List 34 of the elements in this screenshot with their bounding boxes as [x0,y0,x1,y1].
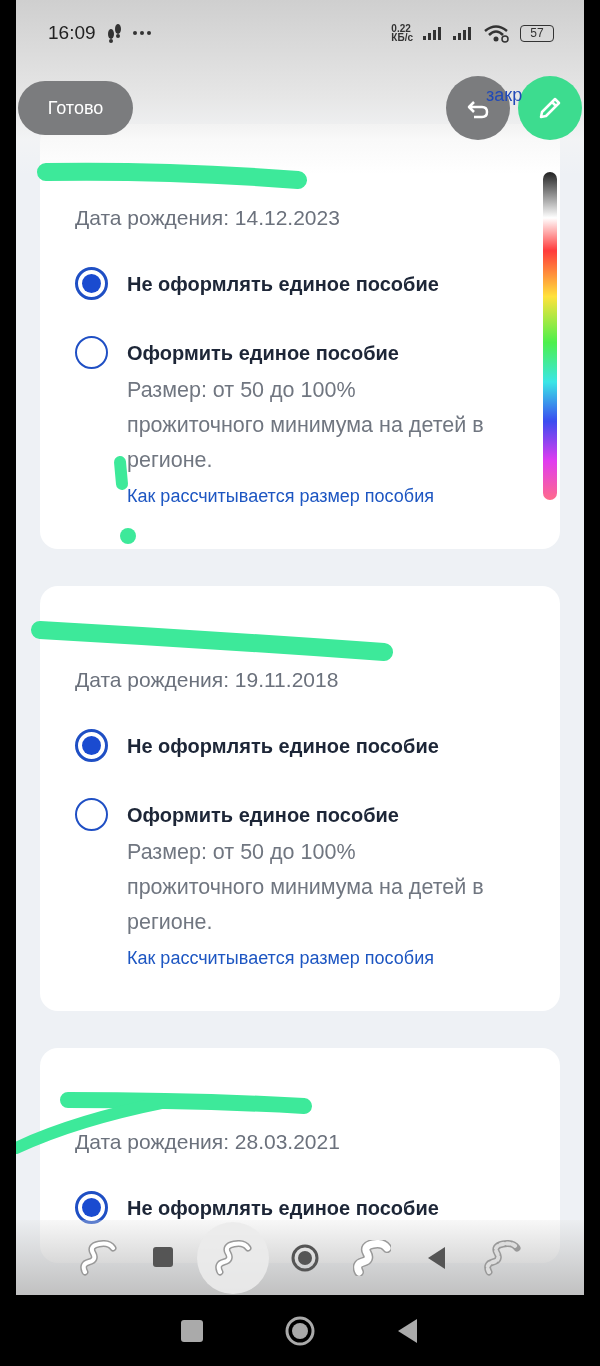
signal-icon [423,26,443,40]
option-label: Оформить единое пособие [127,803,399,828]
option-label: Не оформлять единое пособие [127,734,439,759]
clock-time: 16:09 [48,22,96,44]
radio-button[interactable] [75,1191,108,1224]
info-link[interactable]: Как рассчитывается размер пособия [127,486,434,506]
radio-button[interactable] [75,336,108,369]
radio-button[interactable] [75,729,108,762]
option-label: Не оформлять единое пособие [127,1196,439,1221]
mosaic-tool-icon [483,1239,521,1276]
recent-apps-icon[interactable] [180,1318,205,1343]
option-label: Оформить единое пособие [127,341,399,366]
birth-date: Дата рождения: 28.03.2021 [75,1129,341,1155]
network-speed-unit: КБ/с [391,33,413,42]
birth-date: Дата рождения: 19.11.2018 [75,667,340,693]
info-link[interactable]: Как рассчитывается размер пособия [127,948,434,968]
network-speed: 0.22 [391,24,411,33]
more-dots-icon [131,30,152,36]
radio-button[interactable] [75,267,108,300]
option-description: Размер: от 50 до 100% прожиточного минимума на детей в регионе. Как рассчитывается размер пособия [127,839,485,970]
signal-icon [453,26,473,40]
home-icon[interactable] [285,1315,315,1346]
marker-stroke [114,456,128,490]
radio-button[interactable] [75,798,108,831]
pen-tool-icon [214,1239,252,1276]
wifi-icon [483,23,510,43]
option-label: Не оформлять единое пособие [127,272,439,297]
battery-level: 57 [520,24,554,42]
option-description: Размер: от 50 до 100% прожиточного минимума на детей в регионе. Как рассчитывается размер пособия [127,377,485,508]
footsteps-icon [105,22,122,44]
birth-date: Дата рождения: 14.12.2023 [75,205,341,231]
marker-dot [120,528,136,544]
done-button[interactable]: Готово [18,81,133,135]
home-circle-icon[interactable] [291,1243,319,1272]
